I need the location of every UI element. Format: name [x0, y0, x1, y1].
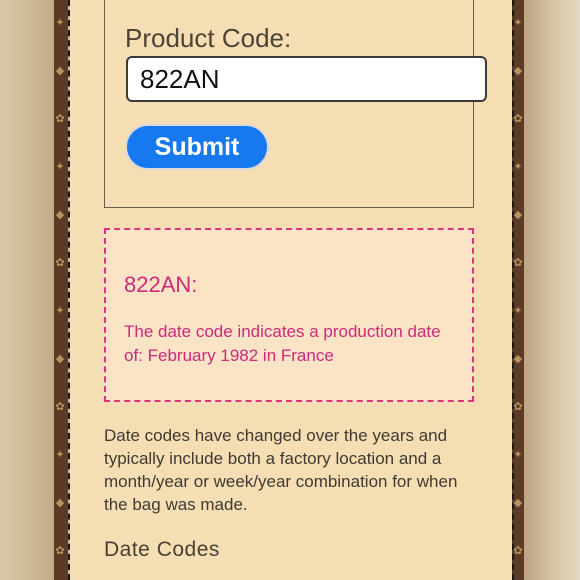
monogram-flower-icon: ✿: [55, 256, 65, 269]
monogram-canvas-left: ✦ ◆ ✿ ✦ ◆ ✿ ✦ ◆ ✿ ✦ ◆ ✿: [54, 0, 68, 580]
monogram-flower-icon: ✦: [513, 448, 523, 461]
date-codes-heading: Date Codes: [104, 538, 220, 561]
monogram-flower-icon: ✿: [513, 544, 523, 557]
date-code-page: Product Code: Submit 822AN: The date cod…: [70, 0, 512, 580]
monogram-flower-icon: ✿: [513, 256, 523, 269]
monogram-flower-icon: ✿: [55, 112, 65, 125]
result-message: The date code indicates a production dat…: [124, 322, 441, 365]
monogram-flower-icon: ◆: [55, 64, 65, 77]
product-code-form: Product Code: Submit: [104, 0, 487, 208]
monogram-flower-icon: ✦: [55, 304, 65, 317]
blurred-background-right: [522, 0, 580, 580]
monogram-flower-icon: ✿: [55, 400, 65, 413]
monogram-flower-icon: ✿: [55, 544, 65, 557]
monogram-flower-icon: ✦: [513, 16, 523, 29]
monogram-flower-icon: ✦: [513, 304, 523, 317]
product-code-input[interactable]: [126, 56, 487, 102]
submit-button[interactable]: Submit: [125, 124, 269, 170]
monogram-flower-icon: ◆: [513, 496, 523, 509]
monogram-flower-icon: ◆: [55, 352, 65, 365]
monogram-flower-icon: ◆: [513, 208, 523, 221]
date-code-info-paragraph: Date codes have changed over the years a…: [104, 426, 458, 514]
monogram-flower-icon: ✦: [55, 160, 65, 173]
monogram-flower-icon: ◆: [55, 496, 65, 509]
blurred-background-left: [0, 0, 58, 580]
result-code-heading: 822AN:: [124, 272, 198, 297]
monogram-flower-icon: ✦: [55, 448, 65, 461]
monogram-flower-icon: ✿: [513, 112, 523, 125]
monogram-flower-icon: ◆: [55, 208, 65, 221]
monogram-flower-icon: ✿: [513, 400, 523, 413]
product-code-label: Product Code:: [125, 23, 292, 53]
monogram-flower-icon: ✦: [55, 16, 65, 29]
monogram-flower-icon: ◆: [513, 64, 523, 77]
monogram-flower-icon: ◆: [513, 352, 523, 365]
result-panel: 822AN: The date code indicates a product…: [104, 228, 474, 402]
monogram-flower-icon: ✦: [513, 160, 523, 173]
stitch-line-right: [512, 0, 514, 580]
